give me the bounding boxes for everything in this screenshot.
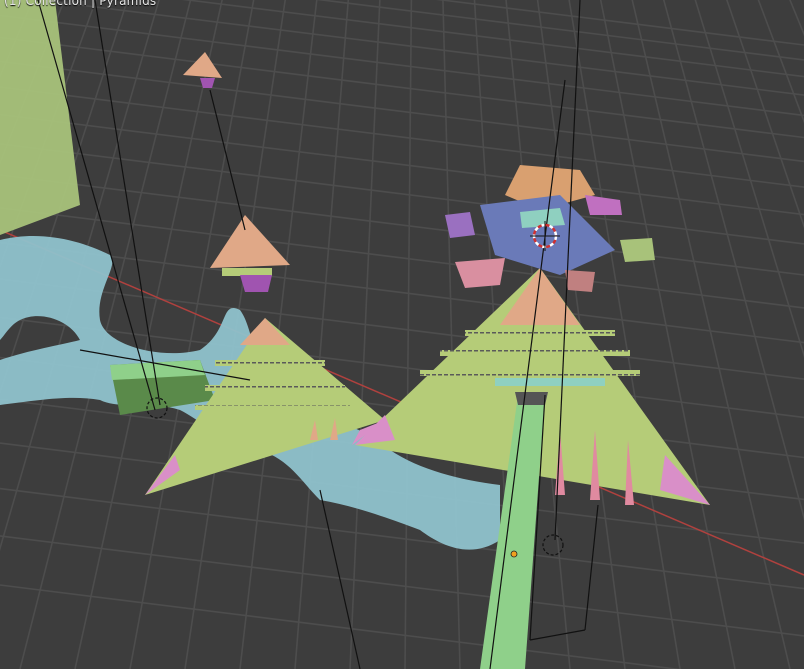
viewport-text-info: (1) Collection | Pyramids (4, 0, 157, 8)
pyramid-small-floating[interactable] (210, 215, 290, 292)
empty-right[interactable] (542, 534, 564, 556)
exploded-island[interactable] (445, 165, 655, 292)
floor-grid (0, 0, 804, 669)
object-origin-dot (510, 550, 518, 558)
pyramid-tiny-top[interactable] (183, 52, 222, 88)
3d-viewport[interactable]: (1) Collection | Pyramids (0, 0, 804, 669)
ground-plane[interactable] (0, 0, 80, 235)
viewport-canvas[interactable] (0, 0, 804, 669)
